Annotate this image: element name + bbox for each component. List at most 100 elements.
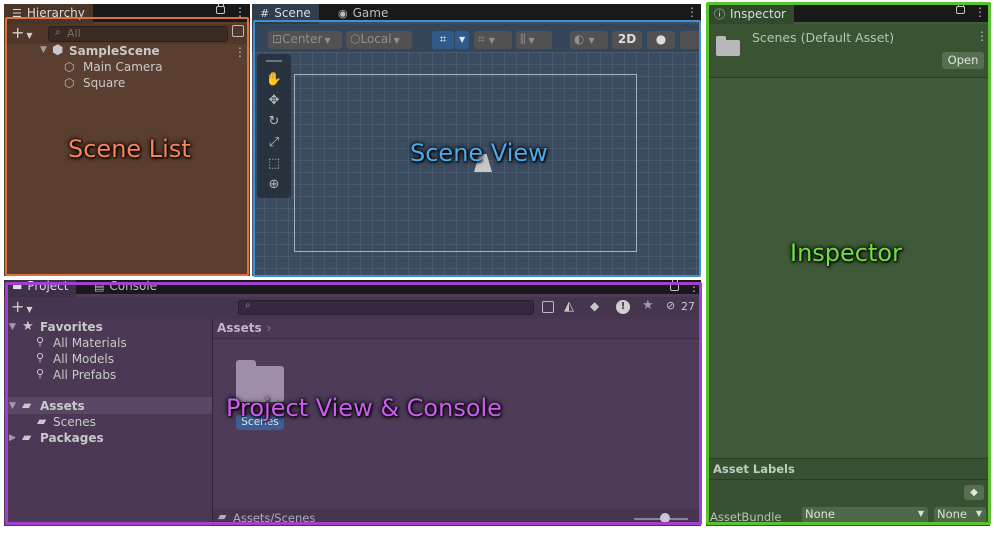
draw-mode-dropdown[interactable]: ◐ ▼: [570, 31, 608, 49]
move-icon: ✥: [268, 93, 280, 108]
folder-tab-icon: ▬: [12, 280, 23, 293]
chevron-right-icon: ›: [266, 321, 272, 335]
favorite-item-all-models[interactable]: All Models: [53, 352, 114, 366]
grid-snap-toggle[interactable]: ⌗: [432, 31, 454, 49]
tab-game-label: Game: [352, 6, 389, 20]
2d-mode-toggle[interactable]: 2D: [612, 31, 642, 49]
grid-icon: #: [260, 7, 270, 20]
favorites-expand-arrow[interactable]: ▼: [9, 322, 16, 332]
breadcrumb[interactable]: Assets ›: [217, 321, 271, 335]
icon-size-slider-thumb[interactable]: [660, 513, 670, 523]
tab-project-label: Project: [27, 280, 69, 293]
chevron-down-icon: ▼: [917, 509, 924, 518]
filter-by-type-icon[interactable]: ◭: [564, 299, 574, 314]
asset-labels-underline: [706, 479, 990, 480]
more-options-icon[interactable]: ⋮: [234, 5, 246, 19]
tab-game[interactable]: ◉ Game: [330, 4, 396, 24]
label-tag-button[interactable]: ◆: [964, 485, 984, 500]
open-button[interactable]: Open: [942, 52, 984, 69]
audio-toggle[interactable]: [680, 31, 701, 49]
scene-list-annotation: Scene List: [68, 135, 191, 163]
gameobject-icon: ⬡: [64, 76, 75, 90]
search-icon: ⚲: [36, 351, 45, 364]
move-tool-button[interactable]: ✥: [261, 91, 287, 110]
tag-icon: ◆: [970, 487, 978, 498]
more-options-icon[interactable]: ⋮: [974, 5, 986, 19]
transform-tool-button[interactable]: ⊕: [261, 175, 287, 194]
palette-handle[interactable]: [266, 60, 282, 62]
hidden-packages-icon[interactable]: ⊘: [666, 299, 675, 312]
asset-labels-divider: [706, 458, 990, 459]
info-icon: ⓘ: [714, 8, 725, 21]
scale-tool-button[interactable]: ⤢: [261, 133, 287, 152]
tree-divider: [212, 319, 213, 526]
packages-expand-arrow[interactable]: ▶: [9, 433, 16, 443]
lock-icon[interactable]: [216, 4, 225, 14]
chevron-down-icon: ▼: [393, 36, 400, 45]
tab-scene[interactable]: # Scene: [252, 4, 319, 24]
assets-folder-label[interactable]: Assets: [40, 399, 85, 413]
inspector-annotation: Inspector: [790, 239, 902, 267]
tab-project[interactable]: ▬ Project: [4, 280, 77, 297]
more-options-icon[interactable]: ⋮: [688, 280, 700, 294]
scene-options-icon[interactable]: ⋮: [234, 45, 246, 59]
project-add-button[interactable]: + ▼: [11, 297, 33, 316]
lock-icon[interactable]: [670, 280, 679, 291]
assetbundle-dropdown[interactable]: None ▼: [802, 507, 928, 523]
rect-tool-button[interactable]: ⬚: [261, 154, 287, 173]
lock-icon[interactable]: [956, 4, 965, 14]
folder-icon: ▰: [22, 430, 32, 444]
ruler-icon: ⫼: [520, 32, 526, 46]
assetbundle-label: AssetBundle: [710, 510, 782, 524]
pivot-label: Center: [282, 32, 323, 46]
hand-tool-button[interactable]: ✋: [261, 70, 287, 89]
increment-snap-toggle[interactable]: ⌗ ▼: [474, 31, 512, 49]
chevron-down-icon: ▼: [975, 509, 982, 518]
tree-item-scenes[interactable]: Scenes: [53, 415, 96, 429]
assets-expand-arrow[interactable]: ▼: [9, 401, 16, 411]
issues-filter-icon[interactable]: !: [616, 300, 630, 314]
search-scope-icon[interactable]: [542, 301, 554, 313]
lighting-toggle[interactable]: ●: [647, 31, 675, 49]
gameobject-icon: ⬡: [64, 60, 75, 74]
rotate-icon: ↻: [268, 114, 280, 129]
favorites-label[interactable]: Favorites: [40, 320, 103, 334]
filter-by-label-icon[interactable]: ◆: [590, 299, 599, 313]
favorite-item-all-prefabs[interactable]: All Prefabs: [53, 368, 116, 382]
hierarchy-search-input[interactable]: ⌕ All: [48, 26, 228, 42]
tab-console[interactable]: ▤ Console: [86, 280, 165, 297]
search-scope-icon[interactable]: [232, 25, 244, 37]
asset-labels-heading: Asset Labels: [713, 462, 795, 476]
hidden-packages-count: 27: [681, 300, 695, 313]
tab-inspector-label: Inspector: [730, 7, 786, 21]
local-space-dropdown[interactable]: ⬡Local ▼: [346, 31, 412, 49]
breadcrumb-bar: [213, 319, 701, 339]
tab-hierarchy[interactable]: ☰ Hierarchy: [4, 4, 93, 24]
scene-expand-arrow[interactable]: ▼: [40, 45, 47, 55]
hierarchy-item-square[interactable]: Square: [83, 76, 125, 90]
rotate-tool-button[interactable]: ↻: [261, 112, 287, 131]
footer-path: Assets/Scenes: [233, 511, 316, 525]
assetbundle-variant-dropdown[interactable]: None ▼: [934, 507, 986, 523]
packages-folder-label[interactable]: Packages: [40, 431, 104, 445]
chevron-down-icon: ▼: [588, 36, 595, 45]
add-button[interactable]: + ▼: [11, 23, 33, 42]
assets-row-highlight: [4, 397, 212, 414]
asset-options-icon[interactable]: ⋮: [976, 29, 988, 43]
hierarchy-item-main-camera[interactable]: Main Camera: [83, 60, 163, 74]
cube-icon: ⬡: [350, 32, 361, 46]
scene-name[interactable]: SampleScene: [69, 44, 160, 58]
scale-icon: ⤢: [268, 135, 280, 150]
more-options-icon[interactable]: ⋮: [686, 5, 698, 19]
tab-inspector[interactable]: ⓘ Inspector: [706, 4, 794, 24]
favorite-star-icon[interactable]: ★: [642, 298, 654, 313]
grid-snap-dropdown[interactable]: ▼: [455, 31, 469, 49]
chevron-down-icon: ▼: [459, 35, 466, 44]
ruler-dropdown[interactable]: ⫼ ▼: [516, 31, 552, 49]
tab-scene-label: Scene: [274, 6, 311, 20]
pivot-center-dropdown[interactable]: ⊡Center ▼: [268, 31, 342, 49]
tab-hierarchy-label: Hierarchy: [26, 6, 85, 20]
folder-icon: [716, 40, 740, 56]
favorite-item-all-materials[interactable]: All Materials: [53, 336, 127, 350]
project-search-input[interactable]: ⌕: [238, 300, 534, 315]
